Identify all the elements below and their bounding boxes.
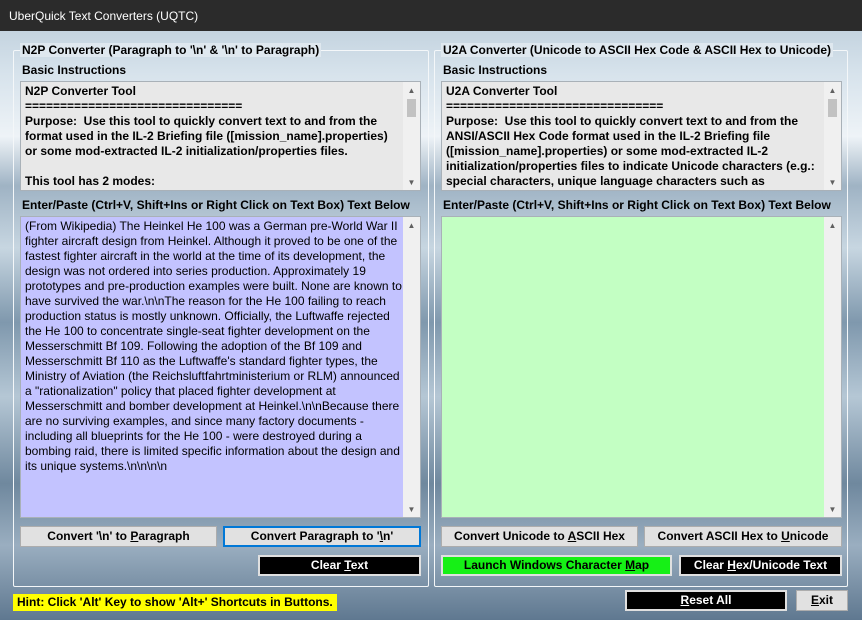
u2a-entry-scrollbar[interactable]: ▲ ▼ [824,217,841,517]
launch-character-map-button[interactable]: Launch Windows Character Map [441,555,672,576]
btn-text-key: U [781,529,790,543]
scroll-thumb[interactable] [407,99,416,117]
n2p-entry-label: Enter/Paste (Ctrl+V, Shift+Ins or Right … [22,198,410,212]
btn-text-key: M [625,558,636,572]
u2a-entry-textbox[interactable]: ▲ ▼ [441,216,842,518]
btn-text-post: ext [350,558,369,572]
n2p-group-title: N2P Converter (Paragraph to '\n' & '\n' … [20,43,322,57]
btn-text-pre: Clear [310,558,345,572]
u2a-instructions-scrollbar[interactable]: ▲ ▼ [824,82,841,190]
btn-text-post: aragraph [138,529,190,543]
scroll-down-icon[interactable]: ▼ [824,175,841,189]
u2a-group-title: U2A Converter (Unicode to ASCII Hex Code… [441,43,834,57]
btn-text-pre: Launch Windows Character [463,558,626,572]
u2a-instructions-box[interactable]: U2A Converter Tool =====================… [441,81,842,191]
btn-text-key: A [567,529,577,543]
btn-text-post: xit [819,593,834,607]
scroll-thumb[interactable] [828,99,837,117]
btn-text-pre: Convert Unicode to [454,529,568,543]
clear-hex-unicode-button[interactable]: Clear Hex/Unicode Text [679,555,842,576]
btn-text-post: n' [383,529,394,543]
scroll-up-icon[interactable]: ▲ [824,218,841,232]
scroll-down-icon[interactable]: ▼ [403,175,420,189]
clear-text-button[interactable]: Clear Text [258,555,421,576]
n2p-instructions-text: N2P Converter Tool =====================… [25,84,388,188]
btn-text-pre: Convert ASCII Hex to [657,529,782,543]
n2p-entry-textbox[interactable]: (From Wikipedia) The Heinkel He 100 was … [20,216,421,518]
scroll-down-icon[interactable]: ▼ [403,502,420,516]
exit-button[interactable]: Exit [796,590,848,611]
n2p-instructions-box[interactable]: N2P Converter Tool =====================… [20,81,421,191]
u2a-instructions-text: U2A Converter Tool =====================… [446,84,815,190]
n2p-entry-text: (From Wikipedia) The Heinkel He 100 was … [25,219,402,473]
u2a-entry-label: Enter/Paste (Ctrl+V, Shift+Ins or Right … [443,198,831,212]
reset-all-button[interactable]: Reset All [625,590,787,611]
window-title: UberQuick Text Converters (UQTC) [9,9,199,23]
scroll-up-icon[interactable]: ▲ [403,218,420,232]
btn-text-key: E [810,593,819,607]
hint-label: Hint: Click 'Alt' Key to show 'Alt+' Sho… [13,594,337,611]
convert-n-to-paragraph-button[interactable]: Convert '\n' to Paragraph [20,526,217,547]
btn-text-pre: Clear [693,558,728,572]
n2p-instructions-label: Basic Instructions [22,63,127,77]
title-bar: UberQuick Text Converters (UQTC) [0,0,862,31]
n2p-entry-scrollbar[interactable]: ▲ ▼ [403,217,420,517]
btn-text-key: R [680,593,690,607]
btn-text-post: SCII Hex [576,529,625,543]
btn-text-post: ex/Unicode Text [735,558,828,572]
btn-text-post: eset All [689,593,732,607]
btn-text-pre: Convert Paragraph to ' [250,529,380,543]
convert-unicode-to-hex-button[interactable]: Convert Unicode to ASCII Hex [441,526,638,547]
btn-text-post: nicode [789,529,829,543]
u2a-instructions-label: Basic Instructions [443,63,548,77]
scroll-up-icon[interactable]: ▲ [824,83,841,97]
scroll-down-icon[interactable]: ▼ [824,502,841,516]
btn-text-key: H [727,558,736,572]
convert-paragraph-to-n-button[interactable]: Convert Paragraph to '\n' [223,526,421,547]
btn-text-post: ap [635,558,650,572]
scroll-up-icon[interactable]: ▲ [403,83,420,97]
n2p-instructions-scrollbar[interactable]: ▲ ▼ [403,82,420,190]
convert-hex-to-unicode-button[interactable]: Convert ASCII Hex to Unicode [644,526,842,547]
btn-text-pre: Convert '\n' to [47,529,131,543]
